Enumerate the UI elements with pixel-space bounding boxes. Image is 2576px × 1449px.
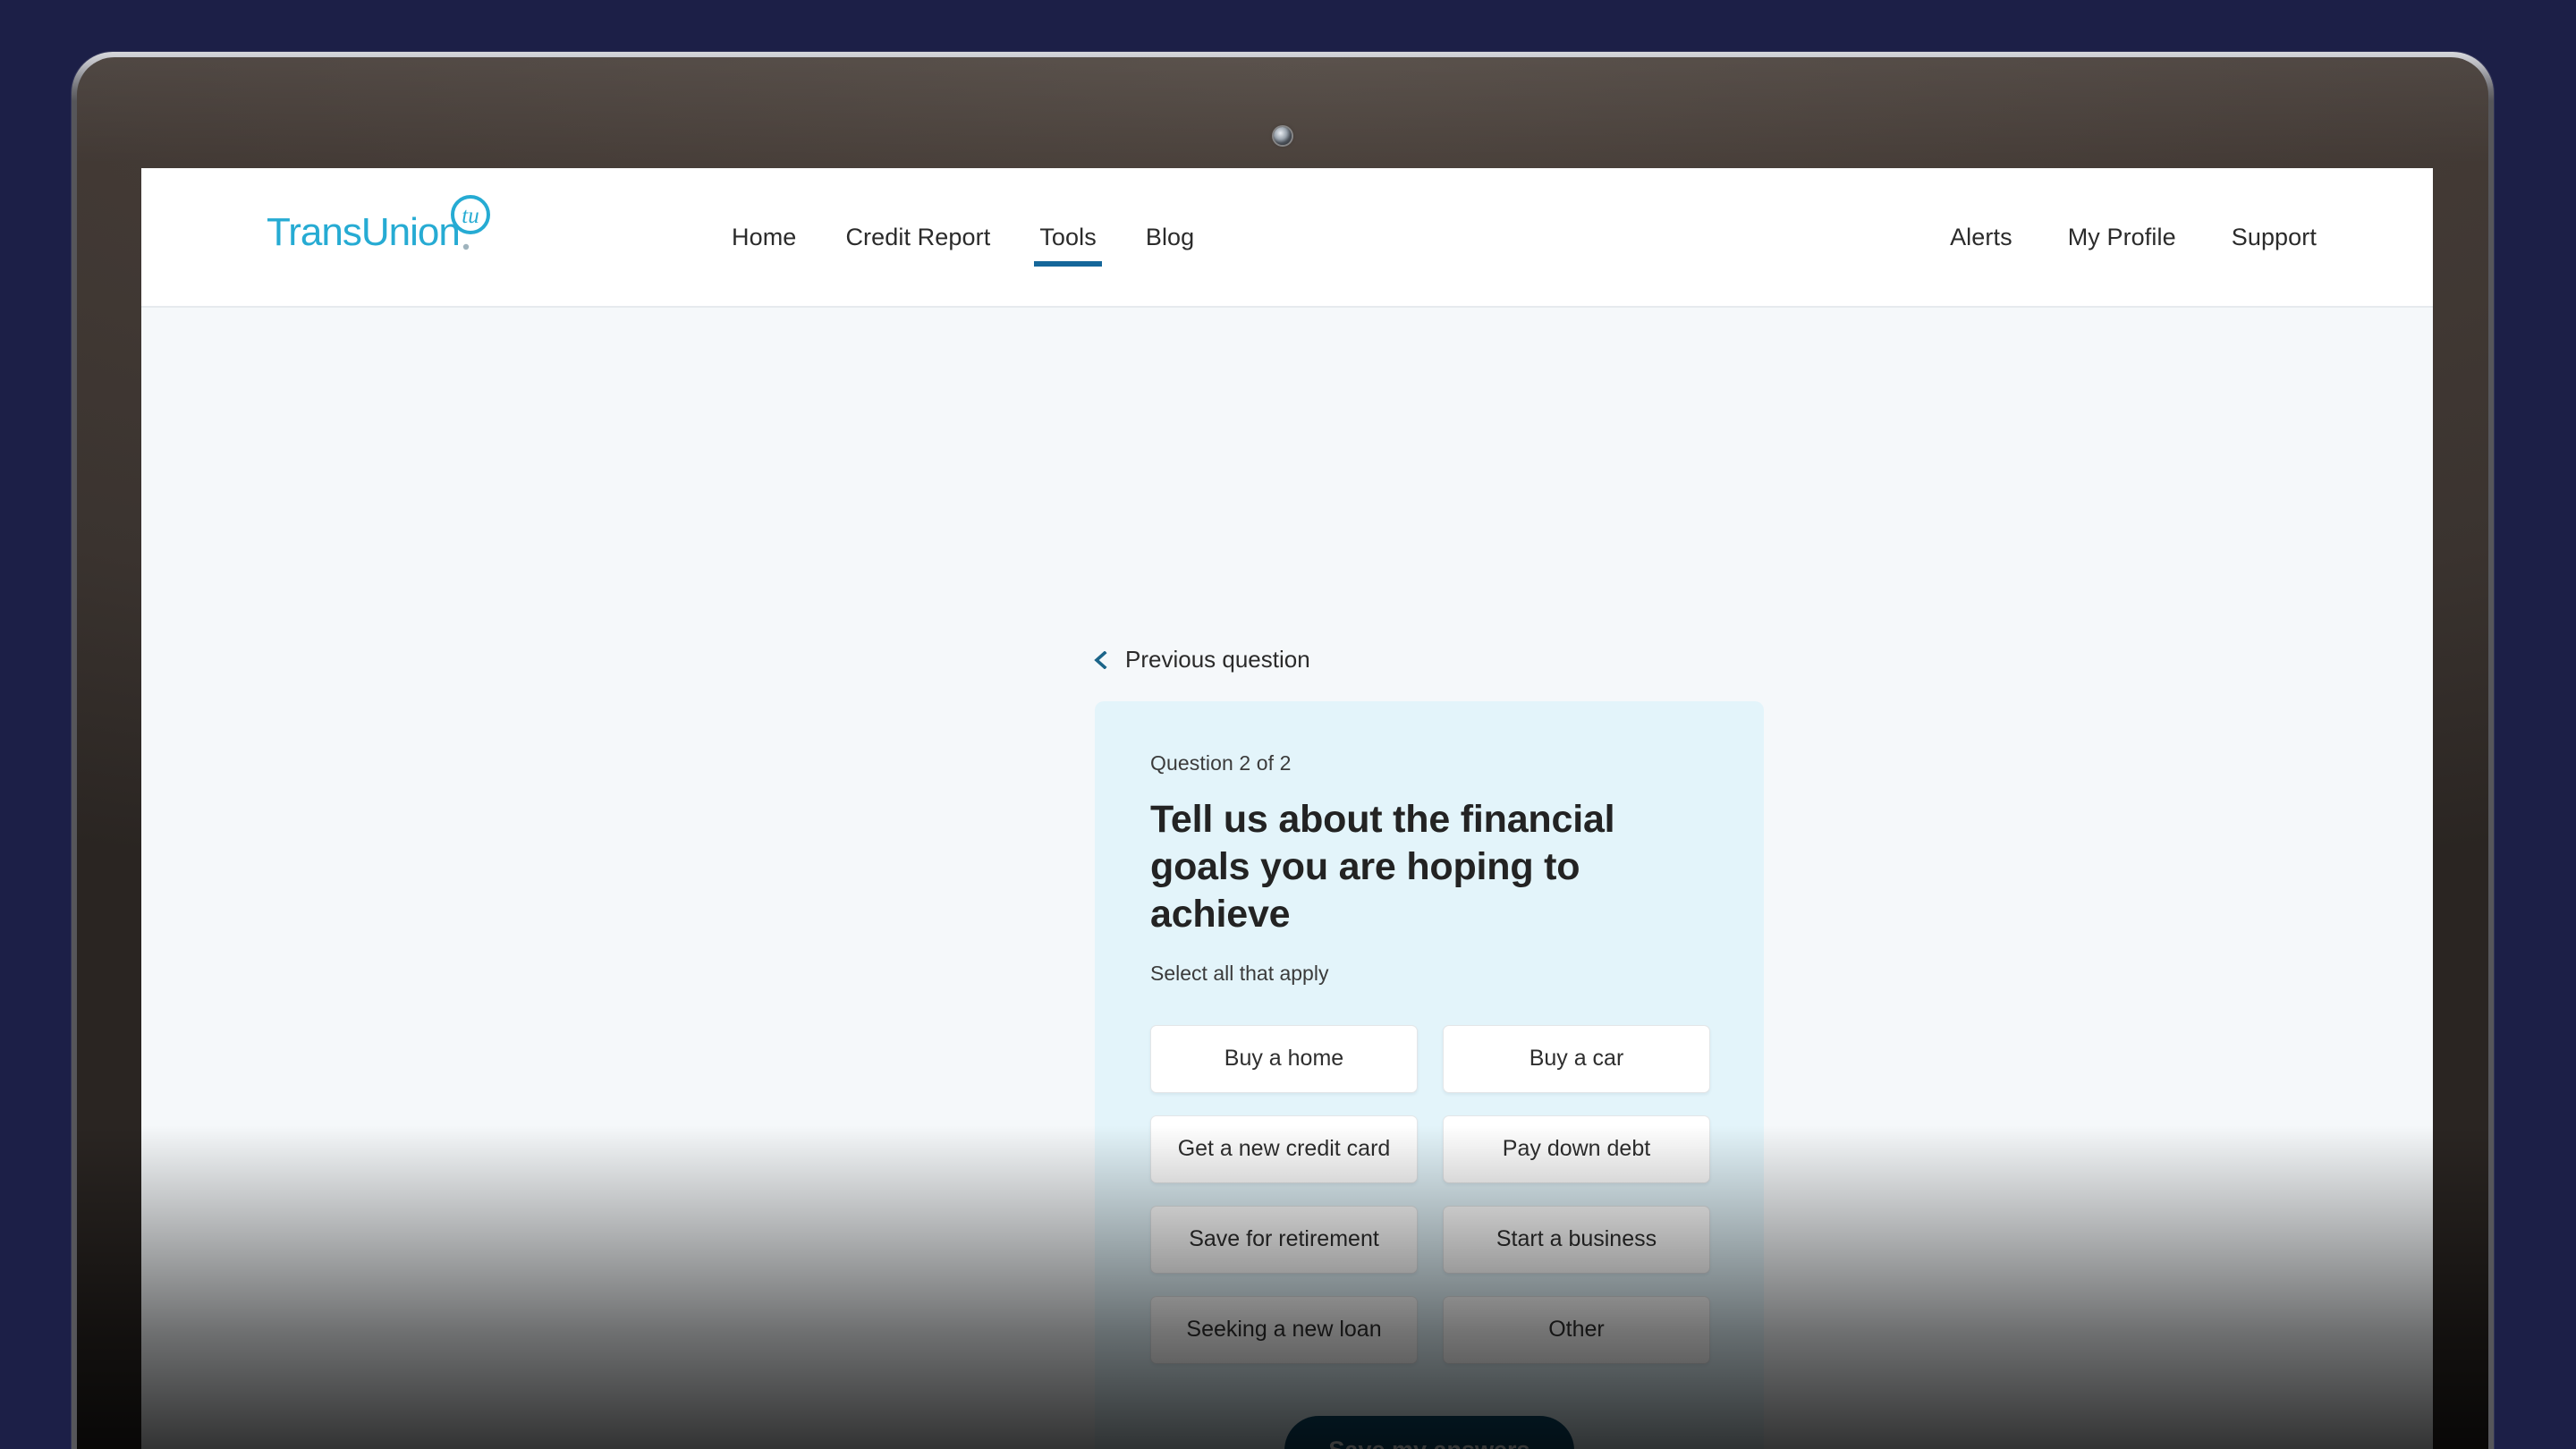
- option-get-a-new-credit-card[interactable]: Get a new credit card: [1150, 1114, 1418, 1183]
- svg-text:TransUnion: TransUnion: [267, 210, 460, 254]
- previous-question-label: Previous question: [1125, 646, 1310, 673]
- nav-item-home[interactable]: Home: [732, 168, 796, 306]
- option-buy-a-car[interactable]: Buy a car: [1443, 1024, 1710, 1093]
- option-save-for-retirement[interactable]: Save for retirement: [1150, 1205, 1418, 1274]
- secondary-navigation: Alerts My Profile Support: [1950, 168, 2317, 306]
- webcam-icon: [1274, 127, 1292, 145]
- previous-question-link[interactable]: Previous question: [1092, 646, 1310, 674]
- question-card: Question 2 of 2 Tell us about the financ…: [1095, 701, 1764, 1449]
- primary-navigation: Home Credit Report Tools Blog: [732, 168, 1194, 306]
- bezel-highlight: [77, 57, 2488, 165]
- nav-item-credit-report[interactable]: Credit Report: [845, 168, 990, 306]
- option-buy-a-home[interactable]: Buy a home: [1150, 1024, 1418, 1093]
- nav-item-alerts[interactable]: Alerts: [1950, 168, 2012, 306]
- question-title: Tell us about the financial goals you ar…: [1150, 798, 1615, 936]
- nav-item-blog[interactable]: Blog: [1146, 168, 1194, 306]
- laptop-device: TransUnion tu Home Credit Report Tools B…: [72, 52, 2494, 1449]
- desktop-backdrop: TransUnion tu Home Credit Report Tools B…: [0, 0, 2576, 1449]
- option-seeking-a-new-loan[interactable]: Seeking a new loan: [1150, 1295, 1418, 1364]
- goal-options-grid: Buy a home Buy a car Get a new credit ca…: [1150, 1024, 1710, 1364]
- question-counter: Question 2 of 2: [1150, 751, 1292, 775]
- option-start-a-business[interactable]: Start a business: [1443, 1205, 1710, 1274]
- transunion-logo-svg: TransUnion tu: [267, 195, 490, 254]
- main-content: Previous question Question 2 of 2 Tell u…: [141, 308, 2433, 1449]
- transunion-logo[interactable]: TransUnion tu: [267, 195, 508, 275]
- nav-item-my-profile[interactable]: My Profile: [2068, 168, 2176, 306]
- nav-item-support[interactable]: Support: [2232, 168, 2317, 306]
- option-pay-down-debt[interactable]: Pay down debt: [1443, 1114, 1710, 1183]
- card-actions: Save my answers Remind me to later: [1150, 1415, 1708, 1449]
- svg-text:tu: tu: [462, 204, 479, 228]
- chevron-left-icon: [1094, 650, 1107, 669]
- nav-item-tools[interactable]: Tools: [1034, 168, 1102, 306]
- option-other[interactable]: Other: [1443, 1295, 1710, 1364]
- browser-viewport: TransUnion tu Home Credit Report Tools B…: [141, 168, 2433, 1449]
- save-my-answers-button[interactable]: Save my answers: [1284, 1415, 1574, 1449]
- question-subtitle: Select all that apply: [1150, 961, 1329, 985]
- laptop-bezel: TransUnion tu Home Credit Report Tools B…: [77, 57, 2488, 1449]
- site-header: TransUnion tu Home Credit Report Tools B…: [141, 168, 2433, 306]
